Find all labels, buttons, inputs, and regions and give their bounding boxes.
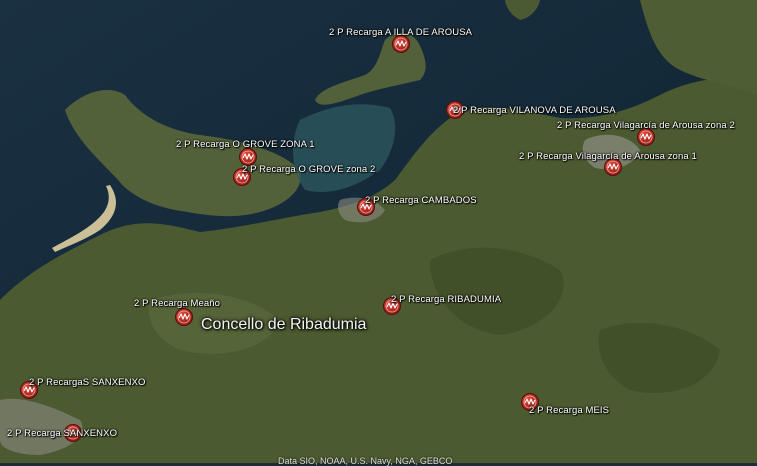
satellite-map[interactable] bbox=[0, 0, 757, 463]
station-label-vilagarcia-zona1[interactable]: 2 P Recarga Vilagarcía de Arousa zona 1 bbox=[519, 151, 697, 162]
station-label-cambados[interactable]: 2 P Recarga CAMBADOS bbox=[365, 195, 477, 206]
marker-illa-arousa[interactable] bbox=[392, 35, 410, 53]
station-label-grove-zona2[interactable]: 2 P Recarga O GROVE zona 2 bbox=[242, 164, 375, 175]
station-label-s-sanxenxo[interactable]: 2 P RecargaS SANXENXO bbox=[29, 377, 146, 388]
marker-vilagarcia-zona2[interactable] bbox=[637, 128, 655, 146]
marker-meano[interactable] bbox=[175, 308, 193, 326]
station-label-vilagarcia-zona2[interactable]: 2 P Recarga Vilagarcía de Arousa zona 2 bbox=[557, 120, 735, 131]
station-label-ribadumia[interactable]: 2 P Recarga RIBADUMIA bbox=[391, 294, 501, 305]
station-label-vilanova-arousa[interactable]: 2 P Recarga VILANOVA DE AROUSA bbox=[453, 105, 616, 116]
map-attribution: Data SIO, NOAA, U.S. Navy, NGA, GEBCO bbox=[278, 456, 453, 466]
station-label-sanxenxo[interactable]: 2 P Recarga SANXENXO bbox=[7, 428, 117, 439]
marker-grove-zona1[interactable] bbox=[239, 148, 257, 166]
place-label-ribadumia: Concello de Ribadumia bbox=[201, 316, 367, 333]
station-label-grove-zona1[interactable]: 2 P Recarga O GROVE ZONA 1 bbox=[176, 139, 315, 150]
station-label-meis[interactable]: 2 P Recarga MEIS bbox=[529, 405, 609, 416]
station-label-meano[interactable]: 2 P Recarga Meaño bbox=[134, 298, 220, 309]
station-label-illa-arousa[interactable]: 2 P Recarga A ILLA DE AROUSA bbox=[329, 27, 472, 38]
